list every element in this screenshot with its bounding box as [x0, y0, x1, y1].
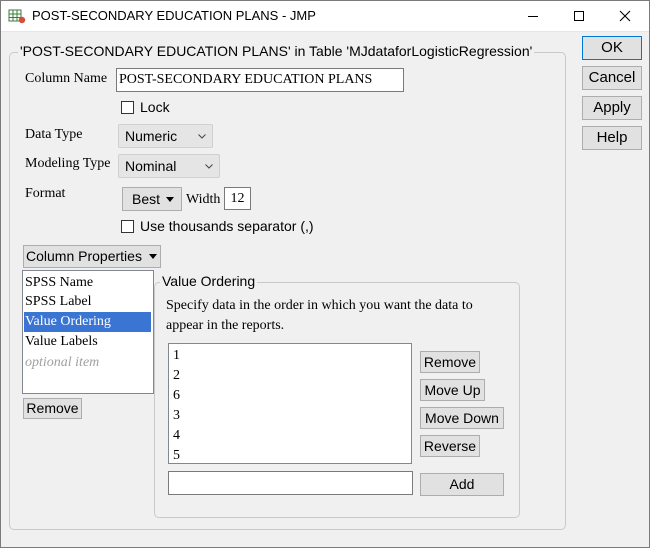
list-item-value-ordering[interactable]: Value Ordering [24, 312, 151, 332]
ok-button[interactable]: OK [582, 36, 642, 60]
apply-button[interactable]: Apply [582, 96, 642, 120]
data-type-value: Numeric [125, 128, 178, 144]
modeling-type-value: Nominal [125, 158, 177, 174]
modeling-type-label: Modeling Type [25, 156, 111, 171]
add-value-button[interactable]: Add [420, 473, 504, 496]
window-title: POST-SECONDARY EDUCATION PLANS - JMP [32, 8, 316, 23]
add-value-input[interactable] [168, 471, 413, 495]
list-item[interactable]: 3 [172, 406, 180, 426]
remove-value-button[interactable]: Remove [420, 351, 480, 373]
help-button[interactable]: Help [582, 126, 642, 150]
value-ordering-legend: Value Ordering [160, 273, 258, 289]
column-properties-label: Column Properties [26, 248, 142, 264]
value-ordering-instruction-cont: appear in the reports. [166, 318, 285, 333]
thousands-separator-label: Use thousands separator (,) [140, 218, 314, 234]
close-icon [619, 10, 631, 22]
format-label: Format [25, 186, 66, 201]
dropdown-triangle-icon [166, 197, 174, 202]
list-item-value-labels[interactable]: Value Labels [24, 332, 151, 352]
thousands-separator-checkbox[interactable] [121, 220, 134, 233]
maximize-icon [574, 11, 584, 21]
column-properties-list[interactable]: SPSS Name SPSS Label Value Ordering Valu… [22, 270, 154, 394]
data-type-select[interactable]: Numeric [118, 124, 213, 148]
format-value: Best [132, 191, 161, 207]
move-up-button[interactable]: Move Up [420, 379, 485, 401]
jmp-table-icon [8, 8, 26, 24]
list-item-optional[interactable]: optional item [24, 353, 151, 373]
move-down-button[interactable]: Move Down [420, 407, 504, 429]
list-item[interactable]: 4 [172, 426, 180, 446]
chevron-down-icon [205, 164, 213, 169]
width-input[interactable]: 12 [224, 187, 251, 210]
list-item-spss-name[interactable]: SPSS Name [24, 273, 151, 293]
reverse-button[interactable]: Reverse [420, 435, 480, 457]
data-type-label: Data Type [25, 127, 83, 142]
maximize-button[interactable] [556, 0, 602, 32]
width-label: Width [186, 192, 221, 207]
remove-property-button[interactable]: Remove [23, 398, 82, 419]
cancel-button[interactable]: Cancel [582, 66, 642, 90]
close-button[interactable] [602, 0, 648, 32]
list-item[interactable]: 1 [172, 346, 180, 366]
list-item-spss-label[interactable]: SPSS Label [24, 292, 151, 312]
format-dropdown-button[interactable]: Best [122, 187, 182, 211]
dropdown-triangle-icon [149, 254, 157, 259]
column-name-input[interactable]: POST-SECONDARY EDUCATION PLANS [116, 68, 404, 92]
value-ordering-list[interactable]: 1 2 6 3 4 5 [168, 343, 412, 464]
lock-label: Lock [140, 99, 170, 115]
modeling-type-select[interactable]: Nominal [118, 154, 220, 178]
column-name-label: Column Name [25, 71, 108, 86]
column-info-legend: 'POST-SECONDARY EDUCATION PLANS' in Tabl… [18, 43, 535, 59]
list-item[interactable]: 2 [172, 366, 180, 386]
minimize-button[interactable] [510, 0, 556, 32]
minimize-icon [528, 16, 538, 17]
value-ordering-instruction: Specify data in the order in which you w… [166, 298, 473, 313]
list-item[interactable]: 5 [172, 446, 180, 463]
chevron-down-icon [198, 134, 206, 139]
lock-checkbox[interactable] [121, 101, 134, 114]
column-properties-button[interactable]: Column Properties [23, 245, 161, 268]
list-item[interactable]: 6 [172, 386, 180, 406]
